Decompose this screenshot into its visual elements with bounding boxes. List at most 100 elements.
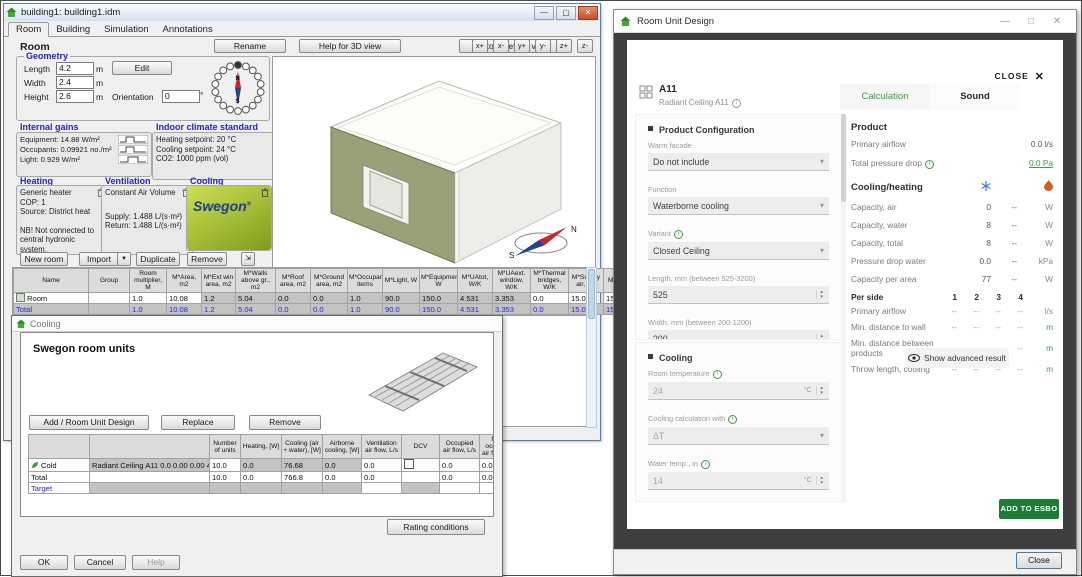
rooms-cell[interactable]: 10.08 — [167, 304, 202, 315]
rooms-cell[interactable]: 0.0 — [531, 304, 569, 315]
units-col-header[interactable]: DCV — [402, 435, 440, 459]
duplicate-button[interactable]: Duplicate — [136, 252, 180, 266]
axis-button-yminus[interactable]: y- — [535, 39, 551, 53]
room-name-cell[interactable]: Total — [14, 304, 89, 315]
rooms-cell[interactable]: 0.0 — [276, 293, 311, 304]
indoor-climate-box[interactable]: Heating setpoint: 20 °C Cooling setpoint… — [152, 132, 278, 180]
rating-conditions-button[interactable]: Rating conditions — [387, 519, 485, 535]
unit-desc-cell[interactable] — [90, 483, 210, 494]
room-3d-view[interactable]: N S — [272, 56, 596, 268]
units-col-header[interactable]: Heating, [W] — [241, 435, 282, 459]
tab-calculation[interactable]: Calculation — [840, 84, 930, 110]
stepper-icon[interactable]: ▲▼ — [816, 386, 824, 395]
axis-button-zminus[interactable]: z- — [577, 39, 593, 53]
trash-icon[interactable] — [261, 188, 269, 197]
rooms-cell[interactable] — [89, 293, 130, 304]
rooms-cell[interactable]: 1.0 — [130, 304, 167, 315]
rooms-col-header[interactable]: M*Light, W — [383, 269, 420, 293]
rooms-col-header[interactable]: M*Thermal bridges, W/K — [531, 269, 569, 293]
rooms-cell[interactable]: 150.0 — [420, 304, 458, 315]
units-cell[interactable] — [402, 459, 440, 472]
cooling-section-header[interactable]: Cooling — [648, 353, 841, 363]
units-cell[interactable]: 0.0 — [323, 459, 362, 472]
rooms-table-row[interactable]: Room1.010.081.25.040.00.01.090.0150.04.5… — [14, 293, 621, 304]
rooms-cell[interactable]: 4.531 — [458, 293, 493, 304]
rooms-cell[interactable]: 0.0 — [311, 293, 348, 304]
units-cell[interactable]: 0.0 — [241, 459, 282, 472]
expand-icon[interactable]: ⇲ — [241, 252, 255, 266]
rooms-cell[interactable]: 0.0 — [276, 304, 311, 315]
cooling-input[interactable]: 14°C▲▼ — [648, 472, 829, 490]
cooling-box[interactable]: Swegon® — [186, 185, 272, 251]
axis-button-xplus[interactable]: x+ — [472, 39, 488, 53]
axis-button-zplus[interactable]: z+ — [556, 39, 572, 53]
table-scrollbar[interactable] — [586, 267, 597, 428]
rooms-table-row[interactable]: Total1.010.081.25.040.00.01.090.0150.04.… — [14, 304, 621, 315]
help-3d-button[interactable]: Help for 3D view — [299, 39, 401, 53]
tab-simulation[interactable]: Simulation — [97, 23, 155, 36]
rooms-cell[interactable]: 1.0 — [348, 304, 383, 315]
rooms-cell[interactable]: 1.2 — [202, 293, 236, 304]
units-col-header[interactable]: Number of units — [210, 435, 241, 459]
units-cell[interactable]: 10.0 — [210, 472, 241, 483]
replace-button[interactable]: Replace — [161, 415, 235, 430]
close-icon[interactable]: ✕ — [1044, 16, 1070, 27]
units-cell[interactable]: 0.0 — [241, 472, 282, 483]
units-cell[interactable] — [282, 483, 323, 494]
remove-button[interactable]: Remove — [187, 252, 227, 266]
rooms-col-header[interactable]: Room multiplier, M — [130, 269, 167, 293]
tab-building[interactable]: Building — [49, 23, 97, 36]
length-input[interactable]: 4.2 — [56, 62, 94, 75]
rooms-cell[interactable]: 1.0 — [130, 293, 167, 304]
panel-scrollbar[interactable] — [841, 114, 846, 502]
units-table-row[interactable]: ColdRadiant Ceiling A11 0.0 0.00 0.00 44… — [29, 459, 495, 472]
config-input[interactable]: 200▲▼ — [648, 330, 829, 340]
height-input[interactable]: 2.6 — [56, 90, 94, 103]
edit-button[interactable]: Edit — [112, 61, 172, 75]
close-panel-button[interactable]: CLOSE✕ — [995, 70, 1046, 83]
width-input[interactable]: 2.4 — [56, 76, 94, 89]
units-col-header[interactable]: Cooling (air + water), [W] — [282, 435, 323, 459]
rooms-col-header[interactable]: M*Equipment, W — [420, 269, 458, 293]
rooms-cell[interactable] — [89, 304, 130, 315]
rooms-col-header[interactable]: M*UAtot, W/K — [458, 269, 493, 293]
units-cell[interactable]: 10.0 — [210, 459, 241, 472]
units-cell[interactable]: 0.0 — [440, 472, 480, 483]
maximize-icon[interactable]: □ — [1018, 16, 1044, 27]
units-cell[interactable] — [241, 483, 282, 494]
rooms-col-header[interactable]: M*UAext. window, W/K — [493, 269, 531, 293]
show-advanced-result-button[interactable]: Show advanced result — [905, 348, 1009, 368]
config-input[interactable]: 525▲▼ — [648, 286, 829, 304]
dcv-checkbox[interactable] — [404, 459, 414, 469]
minimize-icon[interactable]: — — [534, 6, 554, 20]
import-dropdown-icon[interactable]: ▼ — [117, 252, 131, 266]
heating-box[interactable]: Generic heater COP: 1 Source: District h… — [16, 185, 108, 255]
units-cell[interactable] — [402, 472, 440, 483]
units-cell[interactable]: 0.0 — [480, 472, 495, 483]
rooms-cell[interactable]: 150.0 — [420, 293, 458, 304]
units-col-header[interactable]: Non-occupied air flow, L/s — [480, 435, 495, 459]
axis-button-xminus[interactable]: x- — [493, 39, 509, 53]
units-cell[interactable]: 76.68 — [282, 459, 323, 472]
ok-button[interactable]: OK — [20, 555, 68, 570]
units-cell[interactable] — [440, 483, 480, 494]
units-col-header[interactable]: Ventilation air flow, L/s — [362, 435, 402, 459]
pressure-drop-value[interactable]: 0.0 Pa — [1029, 158, 1053, 169]
units-col-header[interactable]: Occupied air flow, L/s — [440, 435, 480, 459]
units-cell[interactable]: 0.0 — [323, 472, 362, 483]
cooling-input[interactable]: 24°C▲▼ — [648, 382, 829, 400]
config-section-header[interactable]: Product Configuration — [648, 125, 841, 135]
rooms-col-header[interactable]: M*Occupants, items — [348, 269, 383, 293]
units-cell[interactable]: 0.0 — [440, 459, 480, 472]
tab-annotations[interactable]: Annotations — [156, 23, 220, 36]
rooms-col-header[interactable]: Name — [14, 269, 89, 293]
config-input[interactable]: Do not include▾ — [648, 153, 829, 171]
rooms-col-header[interactable]: M*Roof area, m2 — [276, 269, 311, 293]
units-table-row[interactable]: Target — [29, 483, 495, 494]
units-cell[interactable]: 0.0 — [362, 459, 402, 472]
stepper-icon[interactable]: ▲▼ — [816, 476, 824, 485]
units-col-header[interactable] — [90, 435, 210, 459]
add-room-unit-button[interactable]: Add / Room Unit Design — [29, 415, 149, 430]
compass-rose-icon[interactable]: NS — [210, 59, 266, 117]
cooling-input[interactable]: ΔT▾ — [648, 427, 829, 445]
